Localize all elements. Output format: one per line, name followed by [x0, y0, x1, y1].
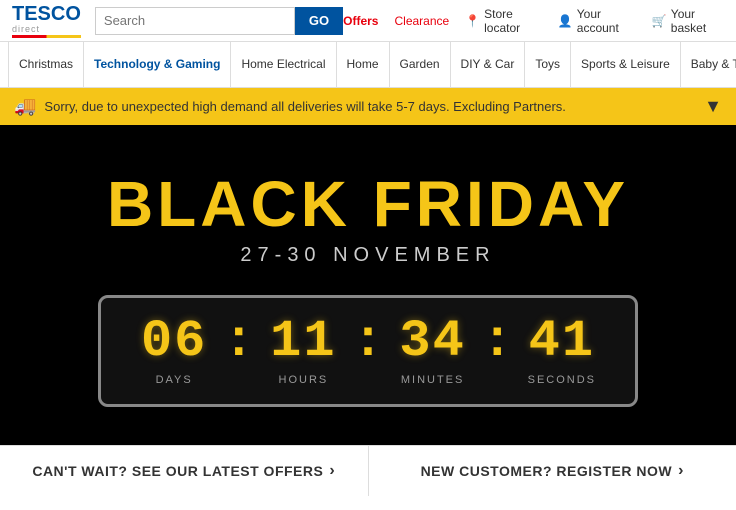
- notice-banner: 🚚 Sorry, due to unexpected high demand a…: [0, 88, 736, 125]
- nav-sports-leisure[interactable]: Sports & Leisure: [571, 42, 681, 88]
- nav-christmas[interactable]: Christmas: [8, 42, 84, 88]
- nav-home[interactable]: Home: [337, 42, 390, 88]
- main-nav: Christmas Technology & Gaming Home Elect…: [0, 42, 736, 88]
- colon-2: :: [348, 316, 387, 368]
- cta-row: CAN'T WAIT? SEE OUR LATEST OFFERS › NEW …: [0, 445, 736, 496]
- logo-underline: [12, 35, 81, 38]
- latest-offers-button[interactable]: CAN'T WAIT? SEE OUR LATEST OFFERS ›: [0, 446, 369, 496]
- black-friday-dates: 27-30 NOVEMBER: [240, 244, 495, 267]
- countdown-minutes-label: MINUTES: [401, 374, 465, 386]
- offers-arrow-icon: ›: [329, 462, 335, 480]
- store-locator-link[interactable]: 📍 Store locator: [465, 7, 542, 35]
- latest-offers-label: CAN'T WAIT? SEE OUR LATEST OFFERS: [32, 463, 323, 479]
- hero-section: BLACK FRIDAY 27-30 NOVEMBER 06 DAYS : 11…: [0, 125, 736, 445]
- countdown-days-label: DAYS: [156, 374, 193, 386]
- logo-tesco-text: TESCO: [12, 4, 81, 24]
- account-link[interactable]: 👤 Your account: [558, 7, 636, 35]
- colon-1: :: [219, 316, 258, 368]
- register-arrow-icon: ›: [678, 462, 684, 480]
- countdown-seconds: 41 SECONDS: [517, 316, 607, 386]
- countdown-minutes-value: 34: [399, 316, 465, 368]
- register-label: NEW CUSTOMER? REGISTER NOW: [421, 463, 673, 479]
- clearance-link[interactable]: Clearance: [394, 14, 449, 28]
- nav-home-electrical[interactable]: Home Electrical: [231, 42, 336, 88]
- countdown-seconds-label: SECONDS: [528, 374, 596, 386]
- site-header: TESCO direct GO Offers Clearance 📍 Store…: [0, 0, 736, 42]
- countdown-hours-value: 11: [270, 316, 336, 368]
- black-friday-title: BLACK FRIDAY: [107, 172, 629, 236]
- countdown-days: 06 DAYS: [129, 316, 219, 386]
- notice-text: Sorry, due to unexpected high demand all…: [44, 99, 566, 114]
- countdown-days-value: 06: [141, 316, 207, 368]
- nav-toys[interactable]: Toys: [525, 42, 571, 88]
- tesco-logo[interactable]: TESCO direct: [12, 4, 81, 38]
- truck-icon: 🚚: [14, 96, 36, 117]
- logo-direct-text: direct: [12, 24, 40, 34]
- offers-link[interactable]: Offers: [343, 14, 378, 28]
- nav-technology-gaming[interactable]: Technology & Gaming: [84, 42, 231, 88]
- colon-3: :: [478, 316, 517, 368]
- countdown-minutes: 34 MINUTES: [388, 316, 478, 386]
- search-bar: GO: [95, 7, 343, 35]
- nav-diy-car[interactable]: DIY & Car: [451, 42, 526, 88]
- countdown-hours: 11 HOURS: [258, 316, 348, 386]
- search-button[interactable]: GO: [295, 7, 343, 35]
- person-icon: 👤: [558, 14, 573, 28]
- nav-garden[interactable]: Garden: [390, 42, 451, 88]
- countdown-seconds-value: 41: [529, 316, 595, 368]
- nav-baby-toddler[interactable]: Baby & Toddler: [681, 42, 736, 88]
- countdown-hours-label: HOURS: [279, 374, 329, 386]
- header-links: Offers Clearance 📍 Store locator 👤 Your …: [343, 7, 724, 35]
- basket-icon: 🛒: [652, 14, 667, 28]
- basket-link[interactable]: 🛒 Your basket: [652, 7, 724, 35]
- notice-chevron-icon[interactable]: ▼: [704, 96, 722, 117]
- search-input[interactable]: [95, 7, 295, 35]
- register-now-button[interactable]: NEW CUSTOMER? REGISTER NOW ›: [369, 446, 736, 496]
- countdown-timer: 06 DAYS : 11 HOURS : 34 MINUTES : 41 SEC…: [98, 295, 638, 407]
- location-icon: 📍: [465, 14, 480, 28]
